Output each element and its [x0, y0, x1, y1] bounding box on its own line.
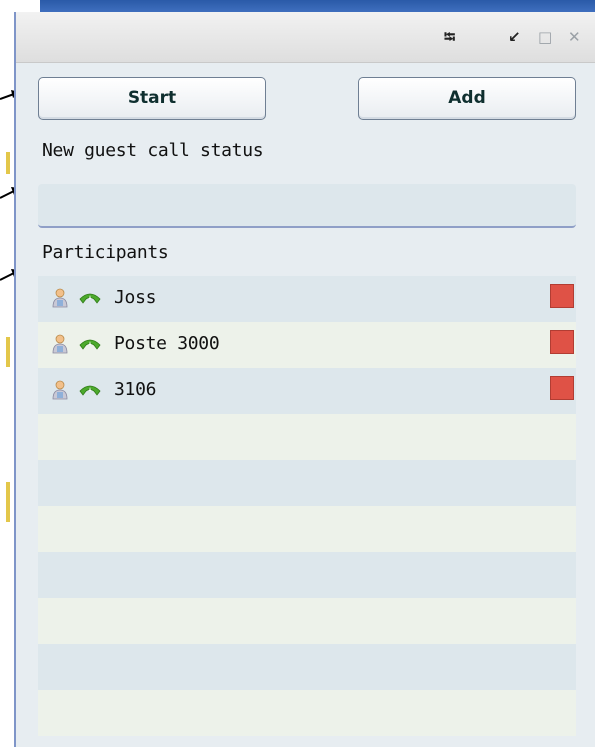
pin-icon[interactable]: ⭾: [444, 28, 455, 46]
background-left: [0, 12, 12, 747]
remove-icon[interactable]: [550, 330, 574, 354]
call-panel: ⭾ ↙ □ ✕ Start Add New guest call status …: [14, 12, 595, 747]
empty-row: [38, 598, 576, 644]
background-marker: [6, 337, 10, 367]
empty-row: [38, 460, 576, 506]
start-button[interactable]: Start: [38, 77, 266, 120]
call-status-field: [38, 184, 576, 228]
phone-icon: [79, 385, 101, 396]
participants-label: Participants: [42, 242, 169, 263]
participant-name: Poste 3000: [114, 333, 220, 354]
list-item[interactable]: 3106: [38, 368, 576, 414]
participants-list: Joss Poste 3000 3106: [38, 276, 576, 747]
empty-row: [38, 690, 576, 736]
call-status-label: New guest call status: [42, 140, 264, 161]
add-button[interactable]: Add: [358, 77, 576, 120]
remove-icon[interactable]: [550, 376, 574, 400]
participant-name: Joss: [114, 287, 157, 308]
phone-icon: [79, 293, 101, 304]
maximize-icon[interactable]: □: [538, 28, 552, 46]
list-item[interactable]: Joss: [38, 276, 576, 322]
background-titlebar: [40, 0, 595, 12]
empty-row: [38, 414, 576, 460]
empty-row: [38, 644, 576, 690]
person-icon: [52, 334, 68, 354]
phone-icon: [79, 339, 101, 350]
remove-icon[interactable]: [550, 284, 574, 308]
close-icon[interactable]: ✕: [568, 28, 581, 46]
person-icon: [52, 380, 68, 400]
empty-row: [38, 506, 576, 552]
list-item[interactable]: Poste 3000: [38, 322, 576, 368]
empty-row: [38, 552, 576, 598]
background-marker: [6, 152, 10, 174]
panel-titlebar: ⭾ ↙ □ ✕: [16, 12, 595, 63]
restore-icon[interactable]: ↙: [508, 28, 521, 46]
person-icon: [52, 288, 68, 308]
participant-name: 3106: [114, 379, 157, 400]
background-marker: [6, 482, 10, 522]
